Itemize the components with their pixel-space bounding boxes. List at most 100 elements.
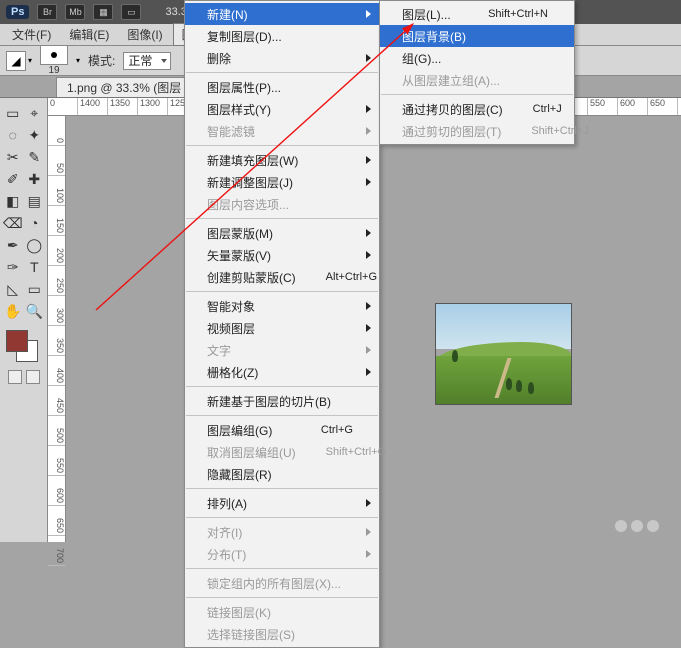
menu-item-shortcut: Alt+Ctrl+G	[296, 271, 377, 283]
menu-item[interactable]: 新建基于图层的切片(B)	[185, 390, 379, 412]
tool-button[interactable]: ⌖	[24, 102, 46, 124]
menu-item-label: 矢量蒙版(V)	[207, 247, 271, 264]
menu-item[interactable]: 视频图层	[185, 317, 379, 339]
view-extras-button[interactable]: ▦	[93, 4, 113, 20]
ruler-tick: 0	[48, 116, 65, 146]
tool-button[interactable]: ▭	[2, 102, 24, 124]
menu-item-label: 取消图层编组(U)	[207, 444, 296, 461]
tool-button[interactable]: ✒	[2, 234, 24, 256]
menu-item-label: 新建填充图层(W)	[207, 152, 298, 169]
tool-button[interactable]: ✐	[2, 168, 24, 190]
menu-item[interactable]: 图层蒙版(M)	[185, 222, 379, 244]
menu-item[interactable]: 图层属性(P)...	[185, 76, 379, 98]
ruler-tick: 50	[48, 146, 65, 176]
menu-item[interactable]: 组(G)...	[380, 47, 574, 69]
tool-preset-icon[interactable]: ◢	[6, 51, 26, 71]
document-image[interactable]	[436, 304, 571, 404]
blend-mode-combo[interactable]: 正常	[123, 52, 171, 70]
ruler-vertical: 0501001502002503003504004505005506006507…	[48, 116, 66, 542]
menu-item: 图层内容选项...	[185, 193, 379, 215]
tool-button[interactable]: ▭	[24, 278, 46, 300]
menu-item: 从图层建立组(A)...	[380, 69, 574, 91]
menu-edit[interactable]: 编辑(E)	[61, 24, 117, 45]
menu-item-label: 图层(L)...	[402, 6, 451, 23]
menu-item-label: 图层属性(P)...	[207, 79, 281, 96]
menu-item-label: 图层编组(G)	[207, 422, 272, 439]
menu-item[interactable]: 新建(N)	[185, 3, 379, 25]
menu-item[interactable]: 智能对象	[185, 295, 379, 317]
tool-button[interactable]: ◺	[2, 278, 24, 300]
tool-button[interactable]: T	[24, 256, 46, 278]
ruler-tick: 400	[48, 356, 65, 386]
ruler-tick: 250	[48, 266, 65, 296]
menu-item[interactable]: 栅格化(Z)	[185, 361, 379, 383]
menu-item-label: 从图层建立组(A)...	[402, 72, 500, 89]
tool-button[interactable]: ◯	[24, 234, 46, 256]
brush-dropdown-icon[interactable]: ▾	[76, 56, 80, 65]
ruler-tick: 650	[48, 506, 65, 536]
menu-item-label: 通过拷贝的图层(C)	[402, 101, 503, 118]
layer-new-submenu: 图层(L)... Shift+Ctrl+N 图层背景(B)组(G)... 从图层建立组…	[379, 0, 575, 145]
ruler-tick: 500	[48, 416, 65, 446]
ruler-tick: 650	[648, 98, 678, 115]
menu-item: 选择链接图层(S)	[185, 623, 379, 645]
tool-button[interactable]: ◌	[2, 124, 24, 146]
menu-item-shortcut: Shift+Ctrl+J	[501, 125, 588, 137]
tool-button[interactable]: ◔	[24, 212, 46, 234]
menu-item[interactable]: 图层背景(B)	[380, 25, 574, 47]
menu-item-label: 复制图层(D)...	[207, 28, 282, 45]
ruler-tick: 0	[48, 98, 78, 115]
ruler-tick: 350	[48, 326, 65, 356]
ruler-tick: 1400	[78, 98, 108, 115]
menu-item-label: 分布(T)	[207, 546, 246, 563]
tool-button[interactable]: ◧	[2, 190, 24, 212]
menu-item[interactable]: 创建剪贴蒙版(C)Alt+Ctrl+G	[185, 266, 379, 288]
tool-preset-dropdown-icon[interactable]: ▾	[28, 56, 32, 65]
tool-button[interactable]: ✎	[24, 146, 46, 168]
tool-button[interactable]: ✋	[2, 300, 24, 322]
layer-menu-dropdown: 新建(N)复制图层(D)...删除图层属性(P)...图层样式(Y)智能滤镜新建…	[184, 0, 380, 648]
menu-item-label: 隐藏图层(R)	[207, 466, 272, 483]
tool-button[interactable]: ✚	[24, 168, 46, 190]
menu-item-label: 锁定组内的所有图层(X)...	[207, 575, 341, 592]
menu-item-shortcut: Shift+Ctrl+N	[458, 8, 548, 20]
color-swatches[interactable]	[2, 328, 42, 364]
screen-mode-button[interactable]: ▭	[121, 4, 141, 20]
menu-item[interactable]: 新建填充图层(W)	[185, 149, 379, 171]
menu-item[interactable]: 新建调整图层(J)	[185, 171, 379, 193]
minibridge-button[interactable]: Mb	[65, 4, 85, 20]
menu-item[interactable]: 图层编组(G) Ctrl+G	[185, 419, 379, 441]
menu-item[interactable]: 图层样式(Y)	[185, 98, 379, 120]
menu-item[interactable]: 排列(A)	[185, 492, 379, 514]
brush-thumb[interactable]	[40, 45, 68, 65]
menu-item-shortcut: Ctrl+G	[291, 424, 353, 436]
tool-button[interactable]: 🔍	[24, 300, 46, 322]
menu-item-shortcut: Shift+Ctrl+G	[296, 446, 387, 458]
menu-item-label: 新建基于图层的切片(B)	[207, 393, 331, 410]
tool-button[interactable]: ▤	[24, 190, 46, 212]
menu-item-shortcut: Ctrl+J	[503, 103, 562, 115]
quickmask-icons[interactable]	[2, 370, 45, 384]
ruler-tick: 300	[48, 296, 65, 326]
menu-item-label: 对齐(I)	[207, 524, 242, 541]
tool-button[interactable]: ✑	[2, 256, 24, 278]
tool-button[interactable]: ⌫	[2, 212, 24, 234]
menu-item-label: 栅格化(Z)	[207, 364, 258, 381]
menu-item[interactable]: 矢量蒙版(V)	[185, 244, 379, 266]
bridge-button[interactable]: Br	[37, 4, 57, 20]
menu-item-label: 排列(A)	[207, 495, 247, 512]
menu-file[interactable]: 文件(F)	[4, 24, 59, 45]
ruler-tick: 450	[48, 386, 65, 416]
menu-item-label: 图层样式(Y)	[207, 101, 271, 118]
tool-button[interactable]: ✂	[2, 146, 24, 168]
menu-item[interactable]: 复制图层(D)...	[185, 25, 379, 47]
menu-item[interactable]: 删除	[185, 47, 379, 69]
menu-item[interactable]: 通过拷贝的图层(C)Ctrl+J	[380, 98, 574, 120]
menu-image[interactable]: 图像(I)	[119, 24, 170, 45]
menu-item-label: 文字	[207, 342, 231, 359]
menu-item-label: 视频图层	[207, 320, 255, 337]
tool-button[interactable]: ✦	[24, 124, 46, 146]
menu-item[interactable]: 图层(L)... Shift+Ctrl+N	[380, 3, 574, 25]
menu-item[interactable]: 隐藏图层(R)	[185, 463, 379, 485]
menu-item-label: 创建剪贴蒙版(C)	[207, 269, 296, 286]
